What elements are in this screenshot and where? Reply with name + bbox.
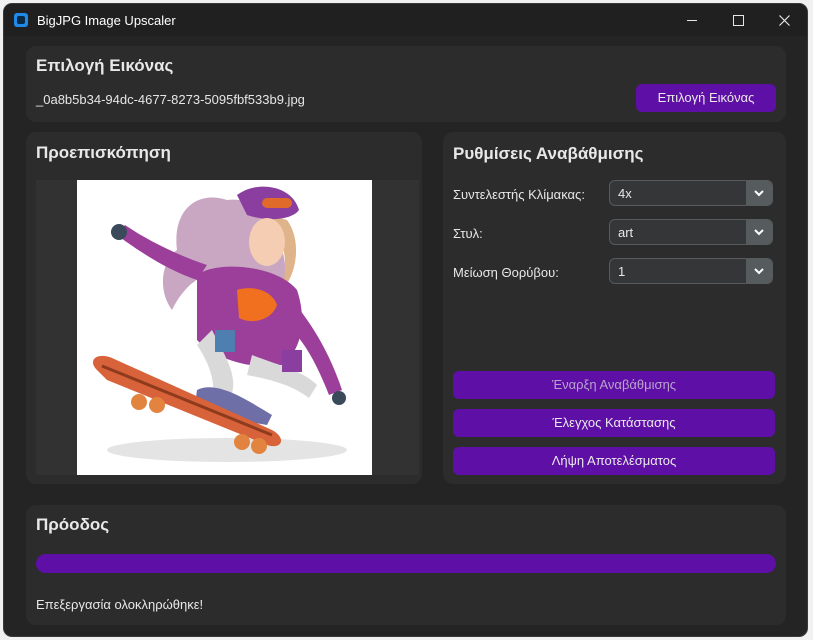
preview-panel: Προεπισκόπηση [26,132,422,484]
download-result-button[interactable]: Λήψη Αποτελέσματος [453,447,775,475]
scale-select[interactable]: 4x [609,180,773,206]
minimize-icon [687,19,697,21]
settings-heading: Ρυθμίσεις Αναβάθμισης [453,144,644,163]
noise-value: 1 [618,264,626,279]
style-label: Στυλ: [453,226,483,241]
image-selection-panel: Επιλογή Εικόνας _0a8b5b34-94dc-4677-8273… [26,46,786,122]
skater-illustration [77,180,372,475]
style-value: art [618,225,634,240]
style-select[interactable]: art [609,219,773,245]
app-window: BigJPG Image Upscaler Επιλογή Εικόνας _0… [4,4,807,636]
progress-heading: Πρόοδος [36,515,110,534]
settings-panel: Ρυθμίσεις Αναβάθμισης Συντελεστής Κλίμακ… [443,132,786,484]
maximize-icon [732,14,744,26]
noise-select[interactable]: 1 [609,258,773,284]
selected-file-name: _0a8b5b34-94dc-4677-8273-5095fbf533b9.jp… [36,92,305,107]
window-title: BigJPG Image Upscaler [37,13,176,28]
scale-label: Συντελεστής Κλίμακας: [453,187,585,202]
close-button[interactable] [761,4,807,36]
progress-bar [36,554,776,573]
image-selection-heading: Επιλογή Εικόνας [36,56,174,75]
chevron-down-icon [754,190,764,197]
minimize-button[interactable] [669,4,715,36]
noise-dropdown-button[interactable] [746,259,772,283]
start-upscale-button[interactable]: Έναρξη Αναβάθμισης [453,371,775,399]
style-dropdown-button[interactable] [746,220,772,244]
chevron-down-icon [754,268,764,275]
maximize-button[interactable] [715,4,761,36]
preview-area [36,180,419,475]
progress-panel: Πρόοδος Επεξεργασία ολοκληρώθηκε! [26,505,786,625]
status-text: Επεξεργασία ολοκληρώθηκε! [36,597,204,612]
preview-image [77,180,372,475]
scale-value: 4x [618,186,632,201]
chevron-down-icon [754,229,764,236]
check-status-button[interactable]: Έλεγχος Κατάστασης [453,409,775,437]
select-image-button[interactable]: Επιλογή Εικόνας [636,84,776,112]
scale-dropdown-button[interactable] [746,181,772,205]
app-icon [14,13,28,27]
preview-heading: Προεπισκόπηση [36,143,171,162]
noise-label: Μείωση Θορύβου: [453,265,559,280]
close-icon [778,14,790,26]
title-bar: BigJPG Image Upscaler [4,4,807,36]
